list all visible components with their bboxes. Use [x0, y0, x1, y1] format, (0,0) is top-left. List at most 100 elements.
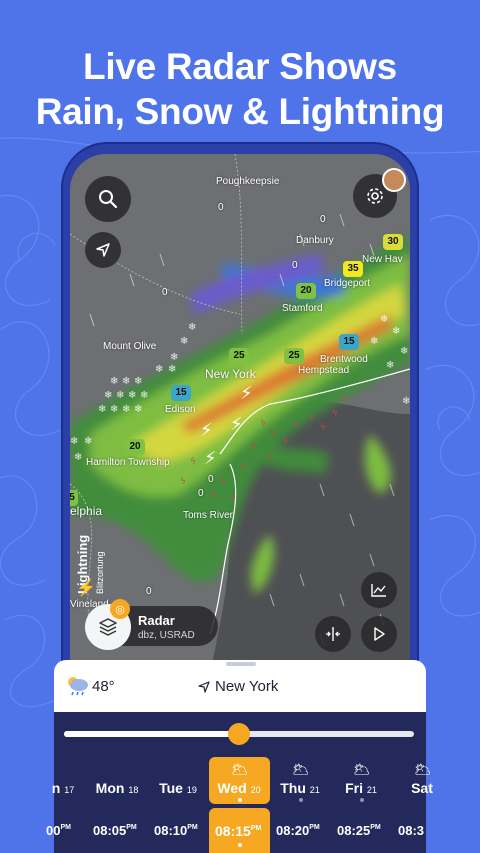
- partly-cloudy-icon: 🌥: [292, 761, 310, 777]
- dbz-badge: 15: [171, 385, 191, 401]
- location-button[interactable]: New York: [198, 678, 278, 695]
- partly-cloudy-icon: 🌥: [414, 761, 432, 777]
- svg-text:❄: ❄: [70, 436, 78, 447]
- play-icon: [374, 627, 385, 641]
- day-dot: [360, 798, 364, 802]
- svg-text:ϟ: ϟ: [230, 495, 236, 505]
- svg-text:ϟ: ϟ: [270, 429, 276, 439]
- svg-text:⚡: ⚡: [204, 448, 217, 469]
- time-slot[interactable]: 08:25PM: [337, 823, 381, 838]
- svg-text:❄: ❄: [84, 436, 92, 447]
- navigation-arrow-icon: [198, 680, 210, 693]
- svg-text:❄: ❄: [168, 364, 176, 375]
- time-slot[interactable]: 08:20PM: [276, 823, 320, 838]
- dbz-badge: 35: [343, 261, 363, 277]
- place-label: Poughkeepsie: [216, 176, 280, 187]
- place-label: Bridgeport: [324, 278, 371, 289]
- lightning-legend-subtitle: Blitzortung: [95, 551, 105, 594]
- time-slot-selected[interactable]: 08:15PM: [215, 823, 261, 839]
- svg-text:❄: ❄: [386, 360, 394, 371]
- svg-text:❄: ❄: [370, 336, 378, 347]
- dbz-badge: 25: [284, 348, 304, 364]
- place-label: Mount Olive: [103, 341, 157, 352]
- svg-text:❄: ❄: [128, 390, 136, 401]
- time-slider-thumb[interactable]: [228, 723, 250, 745]
- svg-text:ϟ: ϟ: [266, 452, 272, 462]
- svg-text:❄: ❄: [155, 364, 163, 375]
- time-slot[interactable]: 08:10PM: [154, 823, 198, 838]
- svg-text:❄: ❄: [180, 336, 188, 347]
- svg-text:ϟ: ϟ: [308, 413, 314, 423]
- locate-button[interactable]: [85, 232, 121, 268]
- place-label: Hempstead: [298, 365, 350, 376]
- compare-button[interactable]: [315, 616, 351, 652]
- value-label: 0: [198, 488, 204, 499]
- svg-text:ϟ: ϟ: [292, 421, 298, 431]
- place-label: Stamford: [282, 303, 323, 314]
- partly-cloudy-icon: 🌥: [231, 761, 249, 777]
- sheet-handle[interactable]: [226, 662, 256, 666]
- day-tab-selected[interactable]: Wed 20: [209, 780, 269, 796]
- dbz-badge: 25: [229, 348, 249, 364]
- search-icon: [99, 190, 118, 209]
- svg-text:ϟ: ϟ: [342, 395, 348, 405]
- split-compare-icon: [326, 627, 340, 641]
- svg-text:ϟ: ϟ: [240, 463, 246, 473]
- svg-text:ϟ: ϟ: [220, 477, 226, 487]
- svg-text:ϟ: ϟ: [260, 419, 266, 429]
- day-tab[interactable]: Thu 21: [270, 780, 330, 796]
- dbz-badge: 20: [296, 283, 316, 299]
- svg-text:❄: ❄: [98, 404, 106, 415]
- svg-text:ϟ: ϟ: [282, 437, 288, 447]
- place-label: Danbury: [296, 235, 334, 246]
- svg-text:❄: ❄: [402, 396, 410, 407]
- day-dot: [299, 798, 303, 802]
- svg-text:❄: ❄: [110, 404, 118, 415]
- svg-text:❄: ❄: [392, 326, 400, 337]
- value-label: 0: [320, 214, 326, 225]
- avatar[interactable]: [382, 168, 406, 192]
- dbz-badge: 15: [339, 334, 359, 350]
- time-slot[interactable]: 08:05PM: [93, 823, 137, 838]
- svg-text:❄: ❄: [188, 322, 196, 333]
- time-slot[interactable]: 08:3: [398, 823, 424, 838]
- svg-text:ϟ: ϟ: [190, 457, 196, 467]
- gear-icon: [367, 188, 383, 204]
- dbz-badge: 5: [70, 490, 78, 506]
- svg-text:ϟ: ϟ: [180, 477, 186, 487]
- place-label: New York: [205, 367, 256, 381]
- svg-text:❄: ❄: [140, 390, 148, 401]
- play-button[interactable]: [361, 616, 397, 652]
- svg-text:❄: ❄: [380, 314, 388, 325]
- time-slot[interactable]: 00PM: [46, 823, 71, 838]
- value-label: 0: [208, 474, 214, 485]
- svg-text:❄: ❄: [134, 404, 142, 415]
- svg-text:ϟ: ϟ: [250, 442, 256, 452]
- value-label: 0: [162, 287, 168, 298]
- dbz-badge: 30: [383, 234, 403, 250]
- svg-text:❄: ❄: [74, 452, 82, 463]
- time-slider-fill: [64, 731, 239, 737]
- place-label: New Hav: [362, 254, 403, 265]
- place-label: elphia: [70, 504, 103, 518]
- svg-text:⚡: ⚡: [240, 383, 253, 404]
- day-tab[interactable]: Sat: [392, 780, 452, 796]
- day-tab[interactable]: n 17: [33, 780, 93, 796]
- navigation-arrow-icon: [96, 243, 110, 257]
- chart-button[interactable]: [361, 572, 397, 608]
- value-label: 0: [292, 260, 298, 271]
- place-label: Edison: [165, 404, 196, 415]
- day-tab[interactable]: Mon 18: [87, 780, 147, 796]
- svg-text:❄: ❄: [134, 376, 142, 387]
- day-tab[interactable]: Fri 21: [331, 780, 391, 796]
- svg-text:ϟ: ϟ: [210, 491, 216, 501]
- svg-text:❄: ❄: [122, 376, 130, 387]
- svg-text:❄: ❄: [170, 352, 178, 363]
- svg-text:❄: ❄: [104, 390, 112, 401]
- search-button[interactable]: [85, 176, 131, 222]
- radar-map[interactable]: ❄ ❄ ❄ ❄ ❄ ❄ ❄ ❄ ❄ ❄ ❄ ❄❄❄ ❄ ❄ ❄ ❄❄ ❄❄❄ ❄❄❄ ⚡ ⚡⚡⚡ ϟϟ…: [70, 154, 410, 674]
- cloud-rain-sun-icon: [64, 674, 90, 696]
- day-tab[interactable]: Tue 19: [148, 780, 208, 796]
- headline-line-2: Rain, Snow & Lightning: [35, 91, 445, 132]
- svg-text:❄: ❄: [122, 404, 130, 415]
